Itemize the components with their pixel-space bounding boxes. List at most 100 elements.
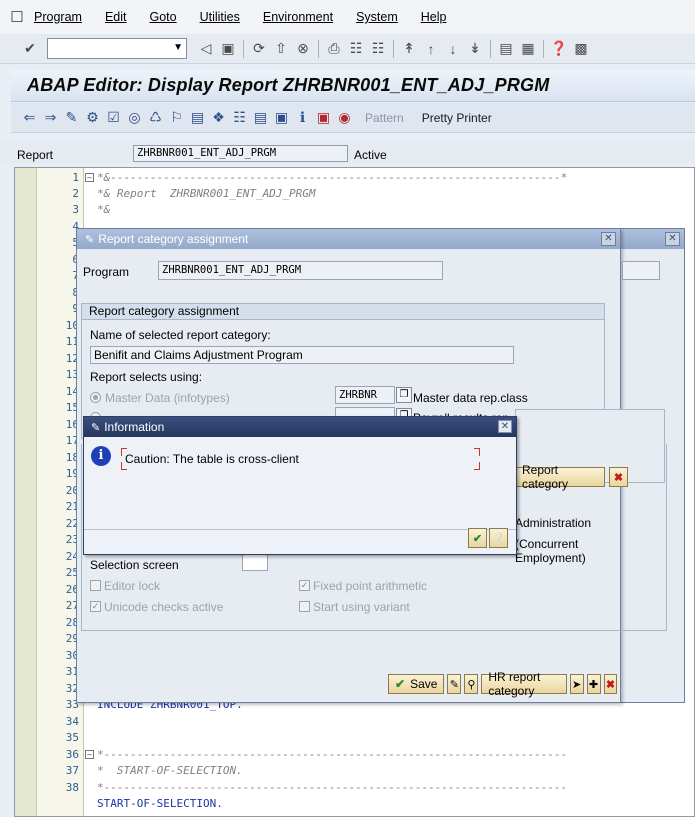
code-line: *---------------------------------------… [97, 781, 568, 794]
bracket-mark [474, 462, 480, 470]
line-number: 2 [72, 187, 79, 200]
exit-icon[interactable]: ⇧ [270, 38, 292, 60]
info-message: Caution: The table is cross-client [125, 452, 299, 466]
cancel-icon[interactable]: ✖ [603, 674, 618, 694]
info-title: Information [104, 420, 165, 434]
menu-system[interactable]: System [356, 10, 398, 24]
session-breakpoint-icon[interactable]: ◉ [334, 107, 355, 129]
cancel-icon[interactable]: ⊗ [292, 38, 314, 60]
master-data-radio[interactable] [90, 392, 101, 403]
editor-gutter [15, 168, 37, 816]
prev-page-icon[interactable]: ↑ [420, 38, 442, 60]
first-page-icon[interactable]: ↟ [398, 38, 420, 60]
info-titlebar: ✎ Information ✕ [84, 417, 516, 437]
menu-utilities[interactable]: Utilities [200, 10, 240, 24]
collapse-icon[interactable]: – [85, 750, 94, 759]
info-divider [84, 529, 516, 530]
forward-arrow-icon[interactable]: ⇒ [40, 107, 61, 129]
pattern-button[interactable]: Pattern [365, 111, 404, 125]
command-field[interactable]: ▼ [47, 38, 187, 59]
edit-icon[interactable]: ✎ [447, 674, 462, 694]
close-icon[interactable]: ✕ [498, 420, 512, 433]
group-title: Report category assignment [82, 304, 604, 320]
confirm-button[interactable]: ✔ [468, 528, 487, 548]
toolbar-separator [243, 39, 244, 58]
print-icon[interactable]: ⎙ [323, 38, 345, 60]
toolbar-separator [543, 39, 544, 58]
copy-icon[interactable]: ❐ [396, 387, 412, 403]
hr-report-category-button[interactable]: HR report category [481, 670, 567, 698]
menu-program[interactable]: Program [34, 10, 82, 24]
enter-icon[interactable]: ✔ [19, 38, 41, 60]
customize-icon[interactable]: ▩ [570, 38, 592, 60]
breakpoint-icon[interactable]: ▣ [271, 107, 292, 129]
where-used-icon[interactable]: ⚐ [166, 107, 187, 129]
dialog-icon: ✎ [85, 233, 95, 246]
menu-help[interactable]: Help [421, 10, 447, 24]
back-icon[interactable]: ◁ [195, 38, 217, 60]
find-icon[interactable]: ☷ [345, 38, 367, 60]
check-syntax-icon[interactable]: ☑ [103, 107, 124, 129]
search-icon[interactable]: ⚲ [464, 674, 479, 694]
report-status: Active [354, 148, 387, 162]
back-arrow-icon[interactable]: ⇐ [19, 107, 40, 129]
code-line: * START-OF-SELECTION. [97, 764, 243, 777]
master-class-field[interactable]: ZHRBNR [335, 386, 395, 404]
information-dialog: ✎ Information ✕ i Caution: The table is … [83, 416, 517, 555]
selects-using-label: Report selects using: [90, 370, 203, 384]
toolbar-separator [490, 39, 491, 58]
help-icon[interactable]: ❓ [548, 38, 570, 60]
next-page-icon[interactable]: ↓ [442, 38, 464, 60]
chevron-down-icon[interactable]: ▼ [173, 42, 183, 53]
info-icon[interactable]: ℹ [292, 107, 313, 129]
new-session-icon[interactable]: ▤ [495, 38, 517, 60]
enhance-icon[interactable]: ▤ [250, 107, 271, 129]
test-icon[interactable]: ♺ [145, 107, 166, 129]
close-icon[interactable]: ✕ [665, 232, 680, 246]
code-line: START-OF-SELECTION. [97, 797, 223, 810]
dialog-title: Report category assignment [98, 232, 249, 246]
menu-bar: ☐ Program Edit Goto Utilities Environmen… [0, 0, 695, 34]
master-class-label: Master data rep.class [413, 391, 528, 405]
report-label: Report [17, 148, 54, 162]
menu-environment[interactable]: Environment [263, 10, 333, 24]
report-name-field[interactable]: ZHRBNR001_ENT_ADJ_PRGM [133, 145, 348, 162]
info-title-icon: ✎ [91, 421, 101, 434]
line-number: 36 [65, 748, 79, 761]
shortcut-icon[interactable]: ▦ [517, 38, 539, 60]
line-number: 3 [72, 203, 79, 216]
create-icon[interactable]: ✚ [586, 674, 601, 694]
menu-edit[interactable]: Edit [105, 10, 127, 24]
help-icon[interactable]: ❔ [489, 528, 508, 548]
stop-icon[interactable]: ▣ [313, 107, 334, 129]
display-change-icon[interactable]: ✎ [61, 107, 82, 129]
collapse-icon[interactable]: – [85, 173, 94, 182]
object-list-icon[interactable]: ▤ [187, 107, 208, 129]
other-object-icon[interactable]: ⚙ [82, 107, 103, 129]
transfer-icon[interactable]: ➤ [569, 674, 584, 694]
line-number: 38 [65, 781, 79, 794]
menu-goto[interactable]: Goto [149, 10, 176, 24]
hierarchy-icon[interactable]: ☷ [229, 107, 250, 129]
navigation-icon[interactable]: ❖ [208, 107, 229, 129]
save-button[interactable]: ✔ Save [388, 674, 445, 694]
program-field[interactable]: ZHRBNR001_ENT_ADJ_PRGM [158, 261, 443, 280]
back-nav-icon[interactable]: ⟳ [248, 38, 270, 60]
screen-title-bar: ABAP Editor: Display Report ZHRBNR001_EN… [11, 70, 695, 102]
last-page-icon[interactable]: ↡ [464, 38, 486, 60]
code-line: *& [97, 203, 111, 216]
bracket-mark [474, 448, 480, 456]
dialog-button-bar: ✔ Save ✎ ⚲ HR report category ➤ ✚ ✖ [388, 670, 620, 698]
activate-icon[interactable]: ◎ [124, 107, 145, 129]
line-number: 37 [65, 764, 79, 777]
find-next-icon[interactable]: ☷ [367, 38, 389, 60]
close-icon[interactable]: ✕ [601, 232, 616, 246]
background-dialog-titlebar: ✕ [621, 229, 684, 249]
toolbar-separator [393, 39, 394, 58]
category-name-field[interactable]: Benifit and Claims Adjustment Program [90, 346, 514, 364]
application-toolbar: ⇐ ⇒ ✎ ⚙ ☑ ◎ ♺ ⚐ ▤ ❖ ☷ ▤ ▣ ℹ ▣ ◉ Pattern … [11, 103, 695, 133]
sap-menu-icon[interactable]: ☐ [0, 0, 34, 34]
pretty-printer-button[interactable]: Pretty Printer [422, 111, 492, 125]
save-icon[interactable]: ▣ [217, 38, 239, 60]
program-description-field[interactable] [622, 261, 660, 280]
